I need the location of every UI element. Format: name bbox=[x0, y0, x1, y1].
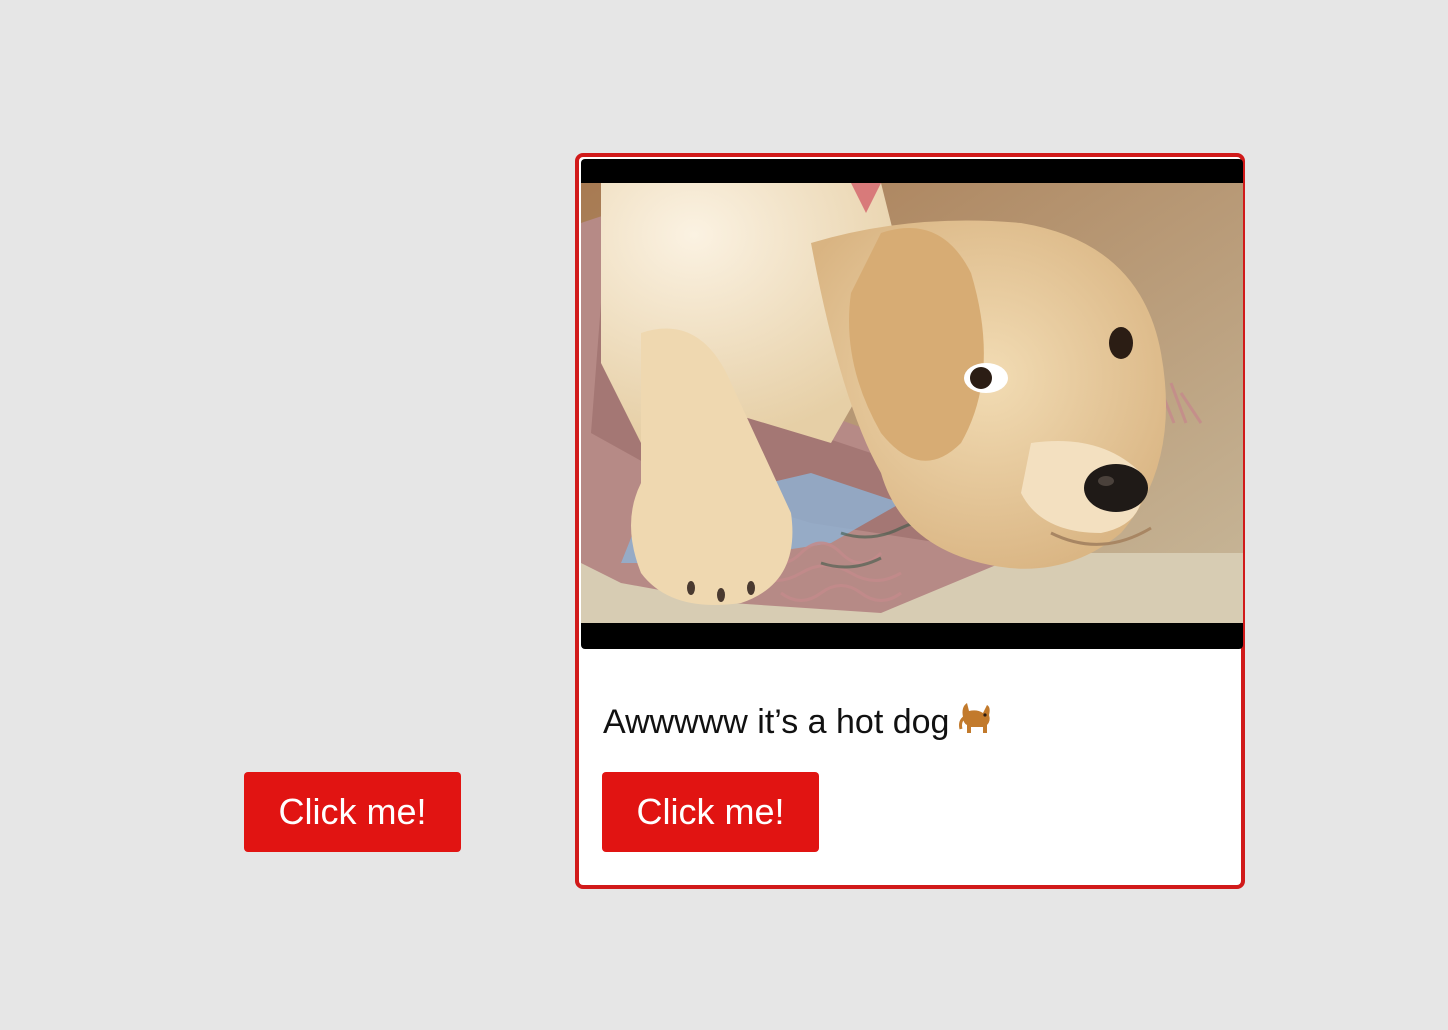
card-click-me-button[interactable]: Click me! bbox=[602, 772, 819, 852]
puppy-photo bbox=[581, 183, 1243, 623]
dog-card: Awwwww it’s a hot dog Click me! bbox=[575, 153, 1245, 889]
card-media bbox=[581, 159, 1243, 649]
card-caption: Awwwww it’s a hot dog bbox=[603, 697, 997, 746]
click-me-button[interactable]: Click me! bbox=[244, 772, 461, 852]
dog-icon bbox=[957, 697, 997, 746]
caption-text: Awwwww it’s a hot dog bbox=[603, 703, 950, 741]
